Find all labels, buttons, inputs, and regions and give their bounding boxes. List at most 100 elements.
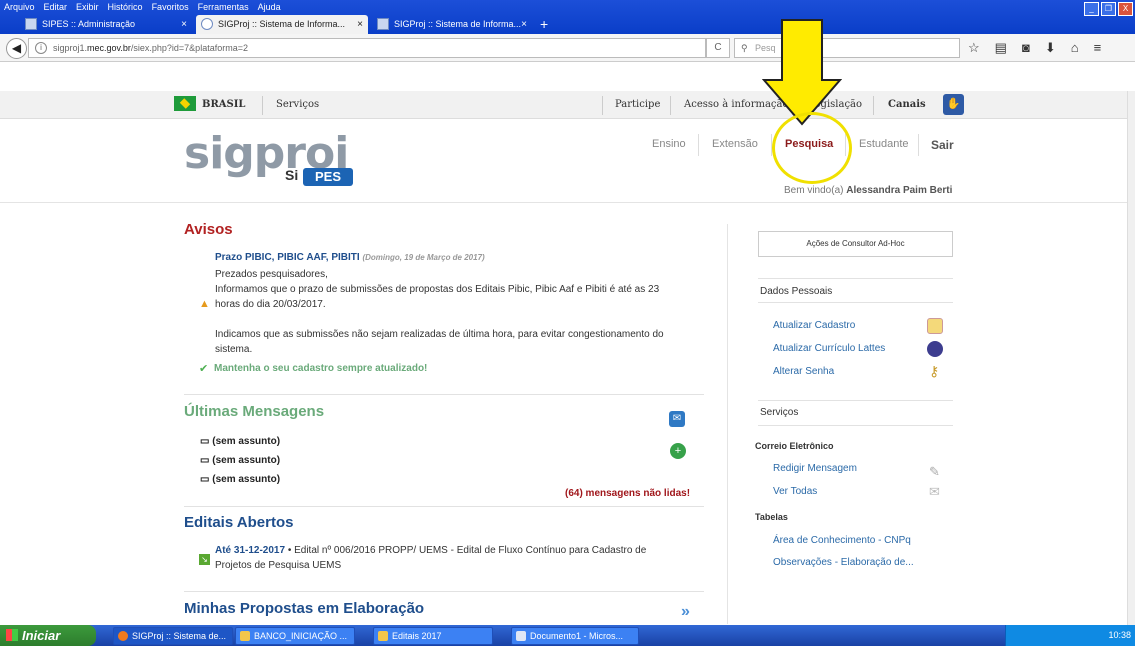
task-word[interactable]: Documento1 - Micros... [511,627,639,645]
more-arrows-icon[interactable]: » [681,603,690,621]
new-tab-button[interactable]: + [540,15,548,34]
menu-ajuda[interactable]: Ajuda [258,0,281,14]
tab-label: SIGProj :: Sistema de Informa... [218,19,346,29]
tab-close-icon[interactable]: × [181,15,187,34]
gov-bar [0,91,1135,119]
nav-estudante[interactable]: Estudante [859,138,909,150]
user-name: Alessandra Paim Berti [846,185,953,196]
annotation-arrow-icon [762,19,842,126]
logout-link[interactable]: Sair [931,138,954,152]
message-bubble-icon: ▭ [200,455,210,466]
window-controls: _ ❐ X [1084,2,1133,16]
message-item[interactable]: ▭ (sem assunto) [200,436,280,447]
divider [758,278,953,279]
gov-canais-link[interactable]: Canais [888,91,926,119]
edital-item[interactable]: Até 31-12-2017 • Edital nº 006/2016 PROP… [215,543,646,558]
download-icon[interactable]: ⬇ [1045,38,1056,58]
divider [184,394,704,395]
menu-exibir[interactable]: Exibir [76,0,99,14]
brazil-flag-icon [174,96,196,111]
correio-title: Correio Eletrônico [755,441,834,451]
atualizar-lattes-link[interactable]: Atualizar Currículo Lattes [773,343,885,354]
task-editais[interactable]: Editais 2017 [373,627,493,645]
gov-servicos-link[interactable]: Serviços [276,91,319,119]
menu-ferramentas[interactable]: Ferramentas [198,0,249,14]
pocket-icon[interactable]: ◙ [1022,38,1030,58]
add-mail-icon[interactable]: + [670,443,686,459]
start-button[interactable]: Iniciar [0,625,96,646]
bookmarks-list-icon[interactable]: ▤ [995,38,1007,58]
message-bubble-icon: ▭ [200,474,210,485]
menu-historico[interactable]: Histórico [108,0,143,14]
word-icon [516,631,526,641]
divider [758,400,953,401]
site-header [0,119,1135,203]
info-icon[interactable]: i [35,42,47,54]
divider [184,506,704,507]
message-item[interactable]: ▭ (sem assunto) [200,474,280,485]
check-icon: ✔ [199,363,209,375]
system-tray: 10:38 [1005,625,1135,646]
gov-participe-link[interactable]: Participe [615,91,660,119]
clock[interactable]: 10:38 [1108,630,1131,640]
alterar-senha-link[interactable]: Alterar Senha [773,366,834,377]
aviso-title[interactable]: Prazo PIBIC, PIBIC AAF, PIBITI [215,252,360,263]
nav-extensao[interactable]: Extensão [712,138,758,150]
menu-arquivo[interactable]: Arquivo [4,0,35,14]
folder-icon [378,631,388,641]
unread-count[interactable]: (64) mensagens não lidas! [565,488,690,499]
maximize-button[interactable]: ❐ [1101,2,1116,16]
sipes-logo-si: Si [285,167,299,183]
servicos-title: Serviços [760,407,799,418]
envelope-icon[interactable]: ✉ [929,484,940,500]
warning-icon: ▲ [199,298,210,310]
lattes-icon[interactable] [927,341,943,357]
key-icon[interactable]: ⚷ [929,363,939,380]
atualizar-cadastro-link[interactable]: Atualizar Cadastro [773,320,855,331]
redigir-mensagem-link[interactable]: Redigir Mensagem [773,463,857,474]
close-window-button[interactable]: X [1118,2,1133,16]
avisos-title: Avisos [184,221,233,238]
cnpq-link[interactable]: Área de Conhecimento - CNPq [773,535,911,546]
ver-todas-link[interactable]: Ver Todas [773,486,817,497]
divider [918,134,919,156]
propostas-title: Minhas Propostas em Elaboração [184,600,425,617]
page-scrollbar[interactable] [1127,91,1135,625]
mail-icon[interactable]: ✉ [669,411,685,427]
windows-logo-icon [6,629,18,641]
accessibility-icon[interactable]: ✋ [943,94,964,115]
reload-icon[interactable]: C [706,38,730,58]
tab-label: SIPES :: Administração [42,19,136,29]
task-banco[interactable]: BANCO_INICIAÇÃO ... [235,627,355,645]
gov-brasil-link[interactable]: BRASIL [202,91,245,119]
message-item[interactable]: ▭ (sem assunto) [200,455,280,466]
edital-line: Projetos de Pesquisa UEMS [215,560,342,571]
tab-close-icon[interactable]: × [521,15,527,34]
tab-sigproj[interactable]: SIGProj :: Sistema de Informa... × [372,15,532,34]
task-label: BANCO_INICIAÇÃO ... [254,631,348,641]
menu-editar[interactable]: Editar [44,0,68,14]
tab-loading-icon [201,18,213,30]
edital-text: • Edital nº 006/2016 PROPP/ UEMS - Edita… [285,545,647,556]
task-firefox[interactable]: SIGProj :: Sistema de... [113,627,233,645]
address-bar[interactable]: i sigproj1.mec.gov.br/siex.php?id=7&plat… [28,38,706,58]
adhoc-button[interactable]: Ações de Consultor Ad-Hoc [758,231,953,257]
home-icon[interactable]: ⌂ [1071,38,1079,58]
url-path: /siex.php?id=7&plataforma=2 [130,43,248,53]
tab-sipes[interactable]: SIPES :: Administração × [20,15,192,34]
bookmark-star-icon[interactable]: ☆ [968,38,980,58]
id-card-icon[interactable] [927,318,943,334]
observacoes-link[interactable]: Observações - Elaboração de... [773,557,914,568]
main-content [0,204,1135,625]
minimize-button[interactable]: _ [1084,2,1099,16]
divider [262,96,263,115]
hamburger-menu-icon[interactable]: ≡ [1094,38,1102,58]
browser-tools: ☆ ▤ ◙ ⬇ ⌂ ≡ [968,38,1101,58]
compose-icon[interactable]: ✎ [929,464,940,480]
tab-sigproj-active[interactable]: SIGProj :: Sistema de Informa... × [196,15,368,34]
menu-favoritos[interactable]: Favoritos [152,0,189,14]
edital-arrow-icon: ↘ [199,554,210,565]
nav-ensino[interactable]: Ensino [652,138,686,150]
back-button[interactable]: ◀ [6,38,27,59]
tab-close-icon[interactable]: × [357,15,363,34]
